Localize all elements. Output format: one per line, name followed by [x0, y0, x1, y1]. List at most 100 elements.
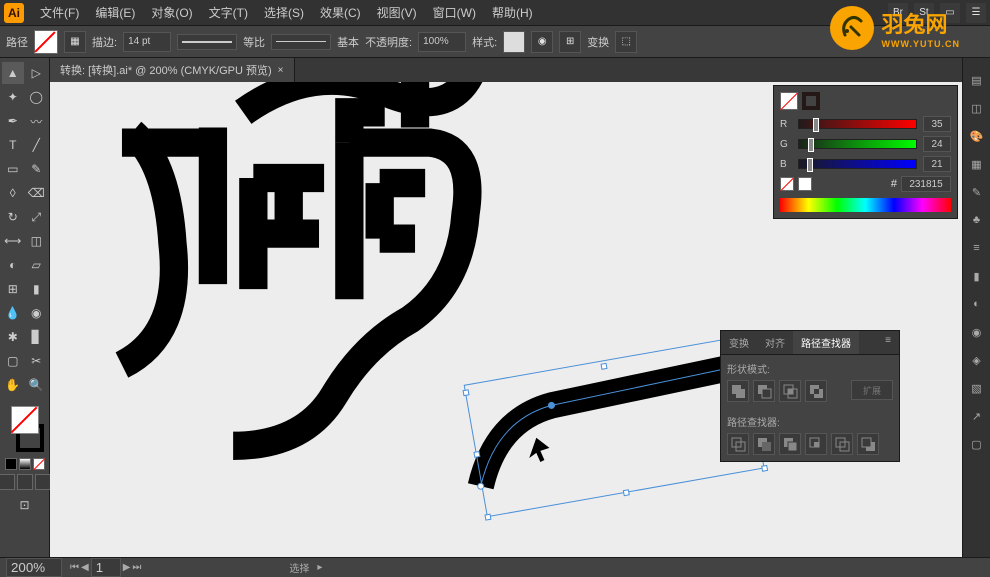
- menu-effect[interactable]: 效果(C): [312, 0, 369, 25]
- fill-swatch[interactable]: [34, 30, 58, 54]
- g-slider[interactable]: [798, 139, 917, 149]
- symbol-sprayer-tool[interactable]: ✱: [2, 326, 24, 348]
- slice-tool[interactable]: ✂: [26, 350, 48, 372]
- r-slider[interactable]: [798, 119, 917, 129]
- graph-tool[interactable]: ▊: [26, 326, 48, 348]
- next-artboard-icon[interactable]: ▶: [123, 562, 131, 573]
- exclude-icon[interactable]: [805, 380, 827, 402]
- brushes-panel-icon[interactable]: ✎: [967, 182, 987, 202]
- menu-view[interactable]: 视图(V): [369, 0, 425, 25]
- rotate-tool[interactable]: ↻: [2, 206, 24, 228]
- cp-none-icon[interactable]: [780, 177, 794, 191]
- eraser-tool[interactable]: ⌫: [26, 182, 48, 204]
- b-value[interactable]: [923, 156, 951, 172]
- libraries-panel-icon[interactable]: ◫: [967, 98, 987, 118]
- isolate-icon[interactable]: ⬚: [615, 31, 637, 53]
- g-value[interactable]: [923, 136, 951, 152]
- gradient-panel-icon[interactable]: ▮: [967, 266, 987, 286]
- color-mode-icon[interactable]: [5, 458, 17, 470]
- type-tool[interactable]: T: [2, 134, 24, 156]
- gradient-mode-icon[interactable]: [19, 458, 31, 470]
- artboards-panel-icon[interactable]: ▢: [967, 434, 987, 454]
- draw-behind-icon[interactable]: [17, 474, 33, 490]
- rectangle-tool[interactable]: ▭: [2, 158, 24, 180]
- menu-help[interactable]: 帮助(H): [484, 0, 541, 25]
- appearance-panel-icon[interactable]: ◉: [967, 322, 987, 342]
- color-spectrum[interactable]: [780, 198, 951, 212]
- stroke-weight-input[interactable]: [123, 32, 171, 52]
- perspective-tool[interactable]: ▱: [26, 254, 48, 276]
- b-slider[interactable]: [798, 159, 917, 169]
- width-tool[interactable]: ⟷: [2, 230, 24, 252]
- opacity-input[interactable]: [418, 32, 466, 52]
- unite-icon[interactable]: [727, 380, 749, 402]
- trim-icon[interactable]: [753, 433, 775, 455]
- tab-close-icon[interactable]: ×: [278, 65, 284, 76]
- zoom-input[interactable]: [6, 558, 62, 577]
- minus-front-icon[interactable]: [753, 380, 775, 402]
- selection-tool[interactable]: ▲: [2, 62, 24, 84]
- r-value[interactable]: [923, 116, 951, 132]
- graphic-styles-panel-icon[interactable]: ◈: [967, 350, 987, 370]
- cp-stroke-swatch[interactable]: [802, 92, 820, 110]
- transparency-panel-icon[interactable]: ◐: [967, 294, 987, 314]
- lasso-tool[interactable]: ◯: [26, 86, 48, 108]
- minus-back-icon[interactable]: [857, 433, 879, 455]
- none-mode-icon[interactable]: [33, 458, 45, 470]
- blend-tool[interactable]: ◉: [26, 302, 48, 324]
- layers-panel-icon[interactable]: ▧: [967, 378, 987, 398]
- free-transform-tool[interactable]: ◫: [26, 230, 48, 252]
- swatches-panel-icon[interactable]: ▦: [967, 154, 987, 174]
- style-swatch[interactable]: [503, 31, 525, 53]
- menu-edit[interactable]: 编辑(E): [87, 0, 143, 25]
- color-panel-icon[interactable]: 🎨: [967, 126, 987, 146]
- gradient-tool[interactable]: ▮: [26, 278, 48, 300]
- stroke-preview[interactable]: [177, 34, 237, 50]
- panel-menu-icon[interactable]: ≡: [877, 331, 899, 354]
- eyedropper-tool[interactable]: 💧: [2, 302, 24, 324]
- last-artboard-icon[interactable]: ⏭: [132, 562, 141, 573]
- outline-icon[interactable]: [831, 433, 853, 455]
- menu-window[interactable]: 窗口(W): [425, 0, 484, 25]
- curvature-tool[interactable]: 〰: [26, 110, 48, 132]
- recolor-icon[interactable]: ◉: [531, 31, 553, 53]
- mesh-tool[interactable]: ⊞: [2, 278, 24, 300]
- line-tool[interactable]: ╱: [26, 134, 48, 156]
- fill-color-swatch[interactable]: [11, 406, 39, 434]
- menu-select[interactable]: 选择(S): [256, 0, 312, 25]
- workspace-icon[interactable]: ☰: [966, 3, 986, 23]
- scale-tool[interactable]: ⤢: [26, 206, 48, 228]
- properties-panel-icon[interactable]: ▤: [967, 70, 987, 90]
- prev-artboard-icon[interactable]: ◀: [81, 562, 89, 573]
- symbols-panel-icon[interactable]: ♣: [967, 210, 987, 230]
- tab-pathfinder[interactable]: 路径查找器: [793, 331, 859, 354]
- cp-fill-swatch[interactable]: [780, 92, 798, 110]
- intersect-icon[interactable]: [779, 380, 801, 402]
- pen-tool[interactable]: ✒: [2, 110, 24, 132]
- tab-align[interactable]: 对齐: [757, 331, 793, 354]
- draw-inside-icon[interactable]: [35, 474, 51, 490]
- zoom-tool[interactable]: 🔍: [26, 374, 48, 396]
- expand-button[interactable]: 扩展: [851, 380, 893, 400]
- asset-export-panel-icon[interactable]: ↗: [967, 406, 987, 426]
- artboard-tool[interactable]: ▢: [2, 350, 24, 372]
- crop-icon[interactable]: [805, 433, 827, 455]
- cp-black-icon[interactable]: [798, 177, 812, 191]
- stroke-style-btn[interactable]: ▦: [64, 31, 86, 53]
- first-artboard-icon[interactable]: ⏮: [70, 562, 79, 573]
- menu-type[interactable]: 文字(T): [201, 0, 256, 25]
- paintbrush-tool[interactable]: ✎: [26, 158, 48, 180]
- stroke-panel-icon[interactable]: ≡: [967, 238, 987, 258]
- width-profile[interactable]: [271, 34, 331, 50]
- hex-input[interactable]: [901, 176, 951, 192]
- status-dropdown-icon[interactable]: ▸: [317, 562, 322, 573]
- document-tab[interactable]: 转换: [转换].ai* @ 200% (CMYK/GPU 预览) ×: [50, 58, 295, 82]
- menu-object[interactable]: 对象(O): [143, 0, 200, 25]
- divide-icon[interactable]: [727, 433, 749, 455]
- shaper-tool[interactable]: ◊: [2, 182, 24, 204]
- hand-tool[interactable]: ✋: [2, 374, 24, 396]
- direct-selection-tool[interactable]: ▷: [26, 62, 48, 84]
- align-icon[interactable]: ⊞: [559, 31, 581, 53]
- magic-wand-tool[interactable]: ✦: [2, 86, 24, 108]
- merge-icon[interactable]: [779, 433, 801, 455]
